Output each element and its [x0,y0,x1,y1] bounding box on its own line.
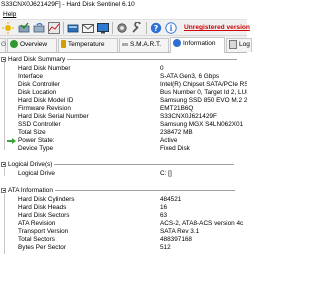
sun-icon[interactable] [2,22,14,34]
tab-smart[interactable]: S.M.A.R.T. [119,38,169,52]
info-row: Hard Disk Sectors 63 [18,212,168,219]
divider [66,58,237,60]
tab-temperature[interactable]: Temperature [58,38,118,52]
info-row: Interface S-ATA Gen3, 6 Gbps [18,73,220,80]
tab-overview[interactable]: Overview [7,38,57,52]
collapse-icon[interactable] [1,187,6,193]
tab-log[interactable]: Log [226,38,252,52]
info-row: ATA Revision ACS-2, ATA8-ACS version 4c [18,220,244,227]
toolbar: ? i Unregistered version [0,19,250,36]
drive-refresh-icon[interactable] [33,22,45,34]
info-icon[interactable]: i [165,22,177,34]
log-icon [229,39,237,49]
info-row: Hard Disk Cylinders 484521 [18,196,182,203]
info-row: Logical Drive C: [] [18,170,172,177]
green-arrow-icon [7,138,16,144]
gear-icon[interactable] [116,22,128,34]
mail-icon[interactable] [82,22,94,34]
info-row: Device Type Fixed Disk [18,145,190,152]
monitor-icon[interactable] [97,22,109,34]
section-header-ata[interactable]: ATA Information [1,187,235,195]
info-row: Disk Location Bus Number 0, Target Id 2, … [18,89,247,96]
check-icon [10,40,18,49]
info-row: Bytes Per Sector 512 [18,244,171,251]
drive-check-icon[interactable] [18,22,30,34]
divider [54,163,235,165]
divider [54,189,235,191]
info-row: Total Size 238472 MB [18,129,193,136]
info-row: Hard Disk Number 0 [18,65,164,72]
info-row: Power State: Active [0,137,247,145]
information-panel: Hard Disk Summary Hard Disk Number 0 Inte… [0,53,247,296]
section-header-summary[interactable]: Hard Disk Summary [1,56,237,64]
svg-text:?: ? [154,24,159,33]
tab-partial-left[interactable]: G [0,38,6,52]
info-row: Total Sectors 488397168 [18,236,192,243]
thermometer-icon [61,40,66,49]
menu-item-help[interactable]: Help [3,11,16,18]
wrench-icon[interactable] [131,21,143,34]
info-row: Hard Disk Model ID Samsung SSD 850 EVO M.… [18,97,247,104]
tab-information[interactable]: Information [170,37,225,53]
info-row: Firmware Revision EMT21B6Q [18,105,194,112]
info-row: Transport Version SATA Rev 3.1 [18,228,200,235]
info-row: SSD Controller Samsung MGX S4LN062X01 [18,121,244,128]
info-row: Hard Disk Heads 16 [18,204,168,211]
tab-bar: G Overview Temperature S.M.A.R.T. Inform… [0,36,252,53]
graph-icon[interactable] [48,22,60,34]
info-row: Hard Disk Serial Number S33CNX0J621429F [18,113,217,120]
unregistered-warning-link[interactable]: Unregistered version [184,24,250,31]
collapse-icon[interactable] [1,56,6,62]
window-title: S33CNX0J621429F] - Hard Disk Sentinel 6.… [0,0,247,10]
smart-icon [122,42,128,46]
svg-text:i: i [169,23,172,33]
menu-bar: Help [0,10,247,19]
section-header-logical-drives[interactable]: Logical Drive(s) [1,161,235,169]
information-icon [173,39,181,48]
info-row: Disk Controller Intel(R) Chipset SATA/PCI… [18,81,247,88]
drive-icon[interactable] [67,22,79,34]
collapse-icon[interactable] [1,161,6,167]
help-icon[interactable]: ? [150,22,162,34]
